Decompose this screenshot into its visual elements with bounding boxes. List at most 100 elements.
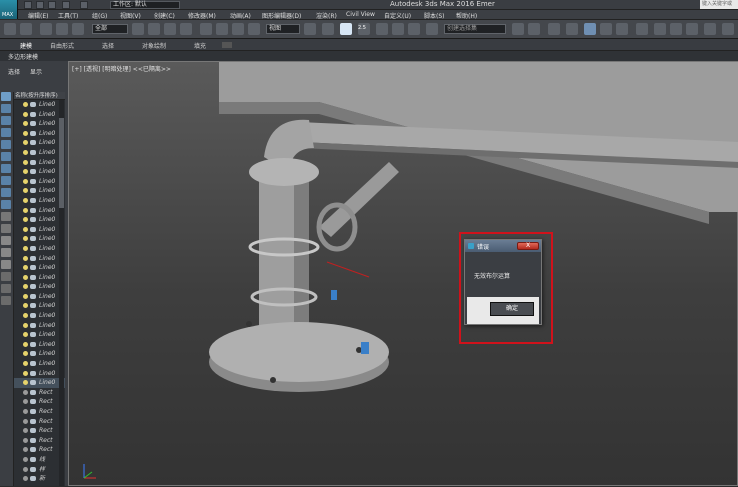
filter-bones-icon[interactable] — [1, 188, 11, 197]
ok-button[interactable]: 确定 — [490, 302, 534, 316]
ribbon-toggle-icon[interactable] — [584, 23, 596, 35]
help-search-input[interactable]: 键入关键字或 — [700, 0, 738, 9]
tab-modeling[interactable]: 建模 — [20, 41, 32, 50]
menu-group[interactable]: 组(G) — [92, 11, 107, 20]
light-bulb-icon[interactable] — [23, 207, 28, 213]
tab-display[interactable]: 显示 — [30, 67, 42, 76]
light-bulb-icon[interactable] — [23, 313, 28, 319]
list-item[interactable]: Line0 — [14, 292, 65, 302]
place-icon[interactable] — [248, 23, 260, 35]
light-bulb-icon[interactable] — [23, 188, 28, 194]
list-item[interactable]: Line0 — [14, 340, 65, 350]
list-item[interactable]: 线 — [14, 455, 65, 465]
list-item[interactable]: Line0 — [14, 206, 65, 216]
light-bulb-icon[interactable] — [23, 130, 28, 136]
manipulate-icon[interactable] — [322, 23, 334, 35]
list-scrollbar[interactable] — [59, 100, 64, 486]
menu-customize[interactable]: 自定义(U) — [384, 11, 411, 20]
select-object-icon[interactable] — [132, 23, 144, 35]
menu-edit[interactable]: 编辑(E) — [28, 11, 48, 20]
display-none-icon[interactable] — [1, 248, 11, 257]
tab-freeform[interactable]: 自由形式 — [50, 41, 74, 50]
light-bulb-icon[interactable] — [23, 217, 28, 223]
menu-scripting[interactable]: 脚本(S) — [424, 11, 445, 20]
light-bulb-icon[interactable] — [23, 178, 28, 184]
light-bulb-icon[interactable] — [23, 322, 28, 328]
list-header[interactable]: 名称(按升序排序) — [14, 92, 65, 100]
scrollbar-thumb[interactable] — [59, 118, 64, 208]
list-item[interactable]: Line0 — [14, 148, 65, 158]
list-item[interactable]: Line0 — [14, 311, 65, 321]
light-bulb-icon[interactable] — [23, 456, 28, 462]
light-bulb-icon[interactable] — [23, 236, 28, 242]
list-item[interactable]: Line0 — [14, 196, 65, 206]
list-item[interactable]: 样 — [14, 465, 65, 475]
polygon-modeling-bar[interactable]: 多边形建模 — [0, 51, 738, 61]
list-item[interactable]: Rect — [14, 436, 65, 446]
list-item[interactable]: Line0 — [14, 138, 65, 148]
find-icon[interactable] — [1, 284, 11, 293]
light-bulb-icon[interactable] — [23, 245, 28, 251]
list-item[interactable]: Line0 — [14, 301, 65, 311]
light-bulb-icon[interactable] — [23, 111, 28, 117]
list-item[interactable]: Line0 — [14, 359, 65, 369]
filter-xrefs-icon[interactable] — [1, 176, 11, 185]
light-bulb-icon[interactable] — [23, 121, 28, 127]
light-bulb-icon[interactable] — [23, 370, 28, 376]
save-icon[interactable] — [48, 1, 56, 9]
list-item[interactable]: Line0 — [14, 225, 65, 235]
menu-animation[interactable]: 动画(A) — [230, 11, 251, 20]
viewport-label[interactable]: [+] [透视] [明暗处理] <<已隔离>> — [72, 64, 171, 73]
list-item[interactable]: Line0 — [14, 234, 65, 244]
perspective-viewport[interactable] — [68, 61, 738, 486]
light-bulb-icon[interactable] — [23, 409, 28, 414]
light-bulb-icon[interactable] — [23, 159, 28, 165]
light-bulb-icon[interactable] — [23, 399, 28, 405]
tab-populate[interactable]: 填充 — [194, 41, 206, 50]
layer-manager-icon[interactable] — [548, 23, 560, 35]
light-bulb-icon[interactable] — [23, 447, 28, 453]
pivot-icon[interactable] — [304, 23, 316, 35]
workspace-dropdown[interactable]: 工作区: 默认 — [110, 1, 180, 9]
list-item[interactable]: Line0 — [14, 177, 65, 187]
render-setup-icon[interactable] — [654, 23, 666, 35]
light-bulb-icon[interactable] — [23, 341, 28, 347]
link-icon[interactable] — [40, 23, 52, 35]
unlink-icon[interactable] — [56, 23, 68, 35]
list-item[interactable]: Rect — [14, 417, 65, 427]
filter-helpers-icon[interactable] — [1, 140, 11, 149]
filter-spacewarps-icon[interactable] — [1, 152, 11, 161]
list-item[interactable]: Line0 — [14, 129, 65, 139]
invert-display-icon[interactable] — [1, 260, 11, 269]
menu-help[interactable]: 帮助(H) — [456, 11, 477, 20]
select-by-name-icon[interactable] — [148, 23, 160, 35]
light-bulb-icon[interactable] — [23, 437, 28, 443]
undo-icon[interactable] — [4, 23, 16, 35]
list-item[interactable]: Line0 — [14, 119, 65, 129]
filter-frozen-icon[interactable] — [1, 212, 11, 221]
light-bulb-icon[interactable] — [23, 332, 28, 338]
sort-icon[interactable] — [1, 296, 11, 305]
funnel-icon[interactable] — [1, 272, 11, 281]
list-item[interactable]: Line0 — [14, 186, 65, 196]
tab-select[interactable]: 选择 — [8, 67, 20, 76]
list-item[interactable]: Line0 — [14, 110, 65, 120]
list-item[interactable]: Line0 — [14, 273, 65, 283]
light-bulb-icon[interactable] — [23, 293, 28, 299]
selection-filter-dropdown[interactable]: 全部 — [92, 24, 128, 34]
list-item[interactable]: Rect — [14, 445, 65, 455]
app-logo-button[interactable]: MAX — [0, 0, 18, 19]
light-bulb-icon[interactable] — [23, 265, 28, 271]
ribbon-options-icon[interactable] — [222, 42, 232, 48]
filter-shapes-icon[interactable] — [1, 104, 11, 113]
dialog-title-bar[interactable]: 错误 X — [465, 240, 541, 252]
open-icon[interactable] — [36, 1, 44, 9]
curve-editor-icon[interactable] — [600, 23, 612, 35]
display-all-icon[interactable] — [1, 236, 11, 245]
keyboard-shortcut-icon[interactable] — [340, 23, 352, 35]
light-bulb-icon[interactable] — [23, 389, 28, 395]
light-bulb-icon[interactable] — [23, 303, 28, 309]
list-item[interactable]: Line0 — [14, 158, 65, 168]
material-editor-icon[interactable] — [636, 23, 648, 35]
light-bulb-icon[interactable] — [23, 197, 28, 203]
